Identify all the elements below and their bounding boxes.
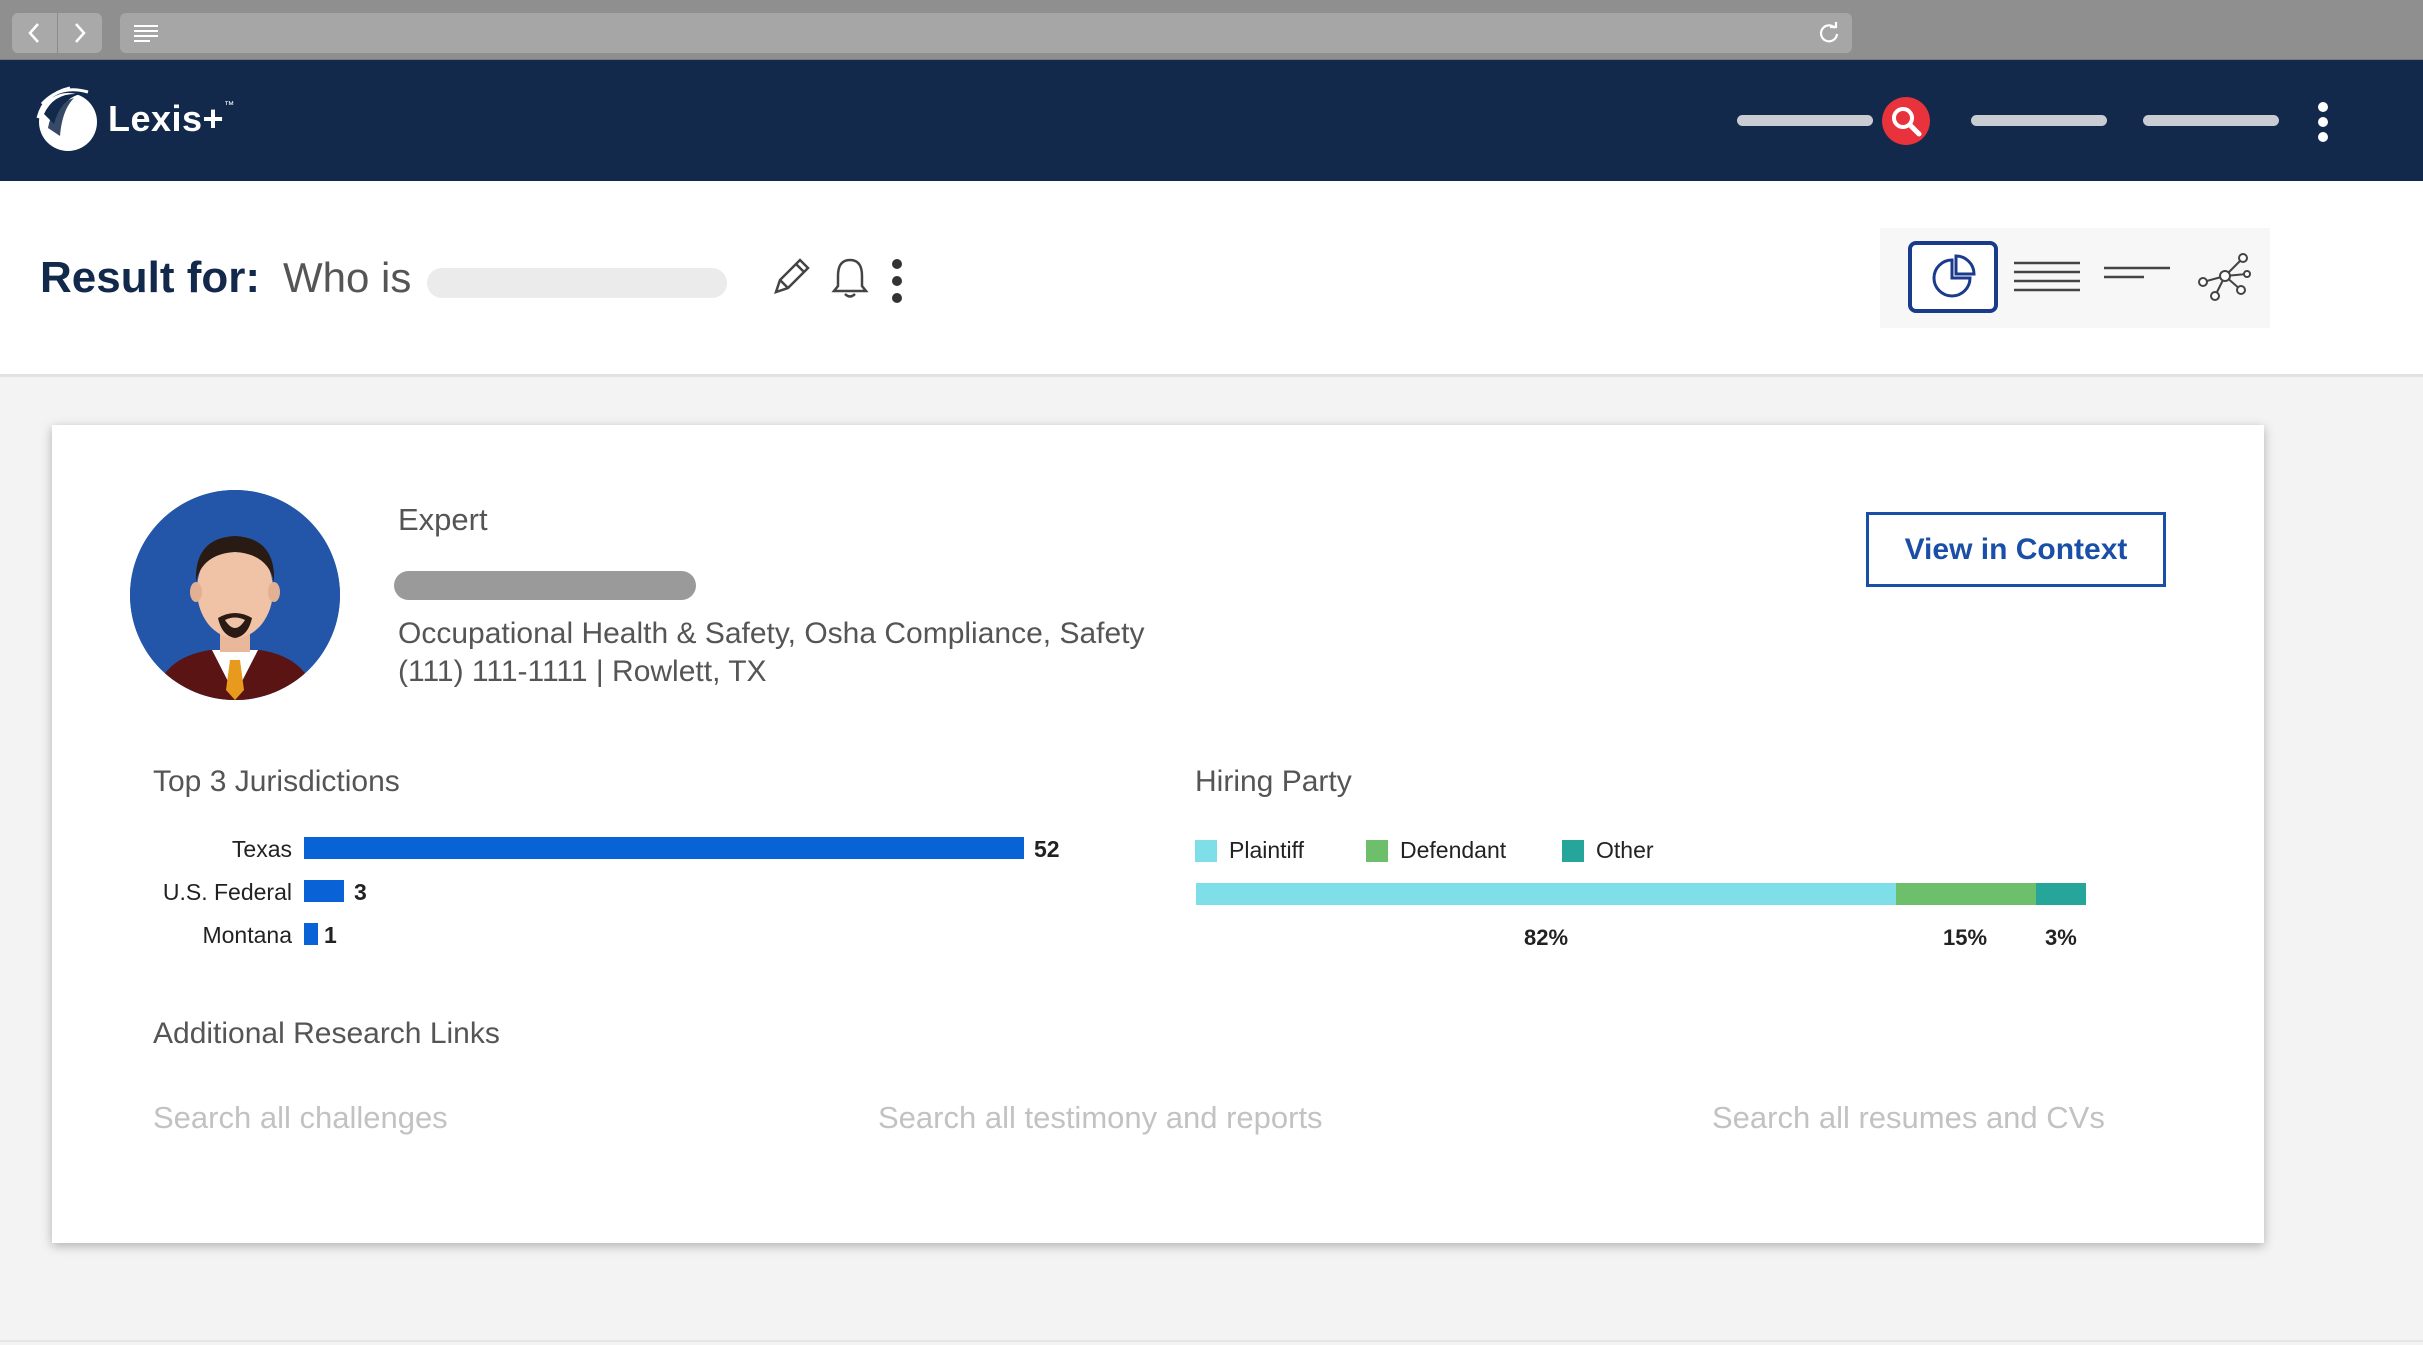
bell-icon[interactable]: [830, 256, 870, 300]
jurisdiction-bar-montana: [304, 923, 318, 945]
result-more-menu-icon[interactable]: [890, 259, 904, 303]
hiring-bar-plaintiff: [1196, 883, 1896, 905]
query-redacted-name: [427, 268, 727, 298]
jurisdiction-bar-us-federal: [304, 880, 344, 902]
logo-trademark: ™: [224, 99, 235, 111]
result-label: Result for:: [40, 253, 260, 302]
chevron-left-icon: [28, 23, 40, 43]
reader-menu-icon[interactable]: [134, 24, 158, 42]
jurisdictions-title: Top 3 Jurisdictions: [153, 765, 400, 798]
short-lines-icon: [2104, 266, 2170, 279]
legend-other: Other: [1562, 837, 1654, 864]
list-view-button[interactable]: [2002, 241, 2092, 313]
legend-label: Plaintiff: [1229, 837, 1305, 863]
browser-chrome: [0, 0, 2423, 60]
link-search-resumes[interactable]: Search all resumes and CVs: [1712, 1100, 2105, 1136]
jurisdiction-bar-texas: [304, 837, 1024, 859]
address-bar[interactable]: [120, 13, 1852, 53]
reload-icon[interactable]: [1818, 22, 1840, 44]
legend-swatch: [1366, 839, 1388, 862]
pie-chart-view-button[interactable]: [1908, 241, 1998, 313]
pie-chart-icon: [1932, 254, 1976, 298]
result-bar: Result for: Who is: [0, 181, 2423, 377]
page-divider: [0, 1340, 2423, 1342]
expert-name-redacted: [394, 571, 696, 600]
search-icon: [1892, 107, 1922, 137]
query-prefix: Who is: [283, 254, 412, 301]
jurisdiction-label: Texas: [231, 836, 292, 862]
hiring-pct-plaintiff: 82%: [1524, 925, 1569, 950]
profile-type-label: Expert: [398, 502, 488, 537]
header-nav-item-3[interactable]: [2143, 115, 2279, 126]
header-search-button[interactable]: [1882, 97, 1930, 145]
research-links-title: Additional Research Links: [153, 1017, 500, 1050]
legend-defendant: Defendant: [1366, 837, 1506, 864]
jurisdictions-chart: Texas 52 U.S. Federal 3 Montana 1: [142, 827, 1142, 967]
legend-label: Other: [1596, 837, 1654, 863]
chevron-right-icon: [74, 23, 86, 43]
legend-plaintiff: Plaintiff: [1195, 837, 1304, 864]
hiring-bar-other: [2036, 883, 2086, 905]
network-graph-icon: [2198, 253, 2251, 301]
expert-specialties: Occupational Health & Safety, Osha Compl…: [398, 617, 1145, 650]
lexis-logo[interactable]: Lexis+ ™: [34, 84, 234, 154]
header-nav-item-1[interactable]: [1737, 115, 1873, 126]
legend-swatch: [1195, 839, 1217, 862]
hiring-pct-defendant: 15%: [1943, 925, 1988, 950]
summary-view-button[interactable]: [2092, 241, 2182, 313]
forward-button[interactable]: [56, 13, 103, 53]
legend-swatch: [1562, 839, 1584, 862]
view-toggle-group: [1880, 228, 2270, 328]
browser-nav-buttons: [12, 13, 102, 53]
link-search-challenges[interactable]: Search all challenges: [153, 1100, 448, 1136]
jurisdiction-value: 1: [324, 922, 337, 948]
expert-profile-card: Expert Occupational Health & Safety, Osh…: [52, 425, 2264, 1243]
hiring-bar-defendant: [1896, 883, 2036, 905]
hiring-party-title: Hiring Party: [1195, 765, 1352, 798]
jurisdiction-label: Montana: [202, 922, 292, 948]
jurisdiction-label: U.S. Federal: [162, 879, 292, 905]
header-nav-item-2[interactable]: [1971, 115, 2107, 126]
jurisdiction-value: 3: [354, 879, 367, 905]
legend-label: Defendant: [1400, 837, 1507, 863]
back-button[interactable]: [12, 13, 57, 53]
network-view-button[interactable]: [2180, 241, 2270, 313]
view-in-context-button[interactable]: View in Context: [1866, 512, 2166, 587]
person-avatar-icon: [130, 490, 340, 700]
link-search-testimony[interactable]: Search all testimony and reports: [878, 1100, 1323, 1136]
expert-contact: (111) 111-1111 | Rowlett, TX: [398, 655, 767, 688]
hiring-pct-other: 3%: [2045, 925, 2077, 950]
edit-pencil-icon[interactable]: [770, 256, 812, 300]
logo-text: Lexis+: [108, 98, 225, 139]
jurisdiction-value: 52: [1034, 836, 1060, 862]
app-header: Lexis+ ™: [0, 60, 2423, 181]
header-more-menu-icon[interactable]: [2313, 102, 2333, 142]
list-lines-icon: [2014, 261, 2080, 292]
expert-avatar: [130, 490, 340, 700]
lexis-logo-icon: [36, 86, 97, 151]
